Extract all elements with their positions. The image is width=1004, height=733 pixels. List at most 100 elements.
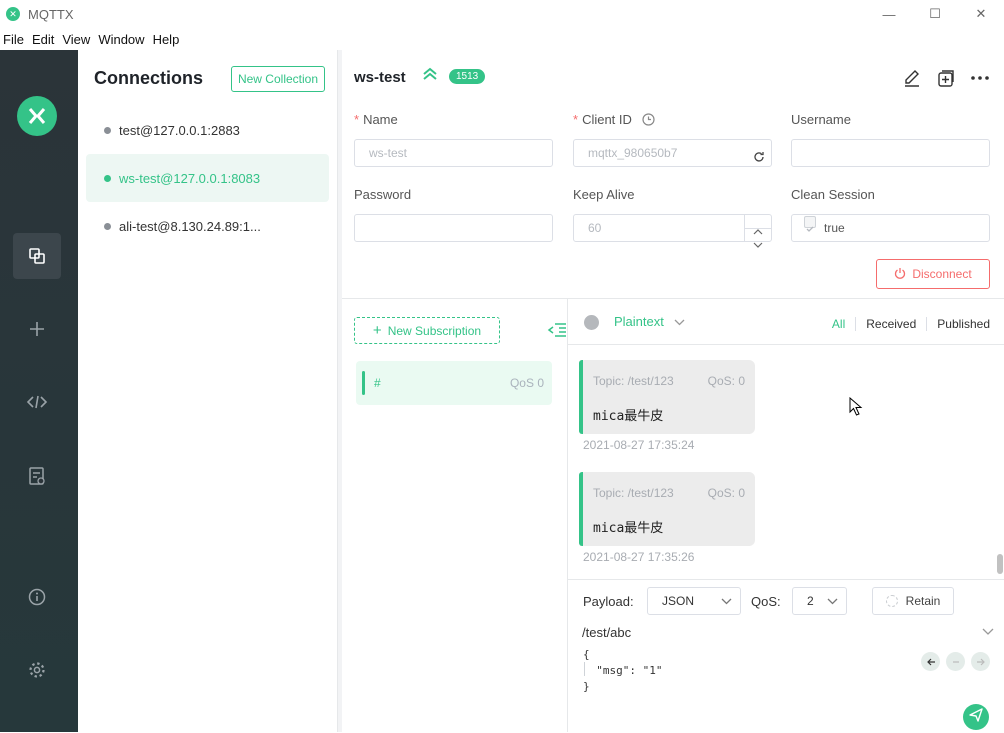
subscription-qos: QoS 0 — [509, 376, 544, 390]
status-dot — [104, 174, 111, 182]
message-count-badge: 1513 — [449, 69, 486, 84]
username-input[interactable] — [791, 139, 990, 167]
message-qos: QoS: 0 — [707, 374, 745, 388]
clock-icon — [641, 113, 655, 129]
title-bar: ✕ MQTTX — ☐ ✕ — [0, 0, 1004, 28]
subscriptions-panel: + New Subscription # QoS 0 — [342, 299, 568, 732]
stepper-down-icon[interactable] — [753, 231, 763, 257]
retain-check-icon — [885, 595, 898, 607]
send-message-button[interactable] — [963, 704, 989, 730]
chevron-down-icon — [674, 314, 685, 329]
connection-name: ws-test — [354, 69, 406, 86]
menu-view[interactable]: View — [58, 32, 94, 47]
edit-icon[interactable] — [902, 68, 922, 93]
power-icon — [894, 267, 906, 282]
menu-help[interactable]: Help — [149, 32, 184, 47]
left-nav-bar — [0, 50, 78, 732]
message-time: 2021-08-27 17:35:24 — [583, 438, 695, 452]
new-collection-button[interactable]: New Collection — [231, 66, 325, 92]
password-label: Password — [354, 187, 412, 202]
keep-alive-label: Keep Alive — [573, 187, 635, 202]
message-card[interactable]: Topic: /test/123 QoS: 0 mica最牛皮 — [579, 360, 755, 434]
payload-format-select[interactable]: JSON — [647, 587, 741, 615]
editor-line: { — [583, 648, 590, 661]
chevron-down-icon — [827, 594, 838, 608]
history-back-icon[interactable] — [921, 652, 940, 671]
message-card[interactable]: Topic: /test/123 QoS: 0 mica最牛皮 — [579, 472, 755, 546]
connection-item-active[interactable]: ws-test@127.0.0.1:8083 — [86, 154, 329, 202]
settings-gear-icon[interactable] — [13, 647, 61, 693]
messages-panel: Plaintext All Received Published Topic: … — [568, 299, 1004, 733]
history-forward-icon[interactable] — [971, 652, 990, 671]
name-input[interactable]: ws-test — [354, 139, 553, 167]
clear-history-icon[interactable] — [946, 652, 965, 671]
close-window-button[interactable]: ✕ — [958, 0, 1004, 28]
clean-session-checkbox[interactable]: true — [791, 214, 990, 242]
password-input[interactable] — [354, 214, 553, 242]
filter-published-tab[interactable]: Published — [927, 317, 990, 331]
plus-icon: + — [372, 322, 382, 339]
publish-topic-input[interactable]: /test/abc — [582, 625, 631, 640]
subscription-color-bar — [362, 371, 365, 395]
messages-toolbar: Plaintext All Received Published — [568, 299, 1004, 345]
maximize-button[interactable]: ☐ — [912, 0, 958, 28]
status-dot — [104, 126, 111, 134]
menu-edit[interactable]: Edit — [28, 32, 58, 47]
connection-label: test@127.0.0.1:2883 — [119, 122, 240, 138]
message-type-indicator — [584, 315, 599, 330]
keep-alive-input[interactable]: 60 — [573, 214, 772, 248]
username-label: Username — [791, 112, 851, 127]
clean-session-label: Clean Session — [791, 187, 875, 202]
connections-nav-icon[interactable] — [13, 233, 61, 279]
new-subscription-button[interactable]: + New Subscription — [354, 317, 500, 344]
new-window-icon[interactable] — [936, 68, 956, 93]
connection-label: ws-test@127.0.0.1:8083 — [119, 170, 261, 186]
message-payload: mica最牛皮 — [593, 409, 664, 424]
editor-line: } — [583, 680, 590, 693]
filter-received-tab[interactable]: Received — [856, 317, 926, 331]
message-topic: Topic: /test/123 — [593, 374, 674, 388]
name-label: * Name — [354, 112, 398, 127]
window-title: MQTTX — [28, 6, 74, 22]
editor-line: "msg": "1" — [583, 664, 663, 677]
connections-panel: Connections New Collection test@127.0.0.… — [78, 50, 338, 732]
payload-format-dropdown[interactable]: Plaintext — [614, 314, 685, 329]
log-nav-icon[interactable] — [13, 453, 61, 499]
subscription-item[interactable]: # QoS 0 — [356, 361, 552, 405]
menu-bar: File Edit View Window Help — [0, 28, 1004, 50]
mouse-cursor-icon — [849, 396, 863, 422]
publish-panel: Payload: JSON QoS: 2 Retain /test/abc { … — [568, 579, 1004, 733]
minimize-button[interactable]: — — [866, 0, 912, 28]
checkbox-check-icon — [804, 216, 816, 232]
new-connection-nav-icon[interactable] — [13, 306, 61, 352]
connection-header: ws-test 1513 — [342, 50, 1004, 102]
chevron-down-icon[interactable] — [982, 625, 994, 639]
about-info-icon[interactable] — [13, 574, 61, 620]
retain-checkbox[interactable]: Retain — [872, 587, 954, 615]
collapse-list-icon[interactable] — [547, 321, 567, 344]
menu-file[interactable]: File — [0, 32, 28, 47]
connection-item[interactable]: test@127.0.0.1:2883 — [86, 106, 329, 154]
message-payload: mica最牛皮 — [593, 521, 664, 536]
qos-select[interactable]: 2 — [792, 587, 847, 615]
collapse-chevron-icon[interactable] — [422, 67, 438, 84]
mqttx-logo-icon — [17, 96, 57, 136]
client-id-input[interactable]: mqttx_980650b7 — [573, 139, 772, 167]
qos-label: QoS: — [751, 594, 781, 609]
menu-window[interactable]: Window — [94, 32, 148, 47]
connections-title: Connections — [94, 68, 204, 88]
filter-all-tab[interactable]: All — [822, 317, 855, 331]
refresh-icon[interactable] — [753, 146, 765, 172]
script-nav-icon[interactable] — [13, 379, 61, 425]
message-time: 2021-08-27 17:35:26 — [583, 550, 695, 564]
connection-item[interactable]: ali-test@8.130.24.89:1... — [86, 202, 329, 250]
messages-scrollbar[interactable] — [997, 554, 1003, 574]
disconnect-button[interactable]: Disconnect — [876, 259, 990, 289]
app-logo-icon: ✕ — [6, 7, 20, 21]
message-qos: QoS: 0 — [707, 486, 745, 500]
connection-label: ali-test@8.130.24.89:1... — [119, 218, 261, 234]
client-id-label: * Client ID — [573, 112, 655, 129]
more-options-icon[interactable] — [970, 68, 990, 93]
status-dot — [104, 222, 111, 230]
stepper[interactable] — [744, 215, 772, 248]
